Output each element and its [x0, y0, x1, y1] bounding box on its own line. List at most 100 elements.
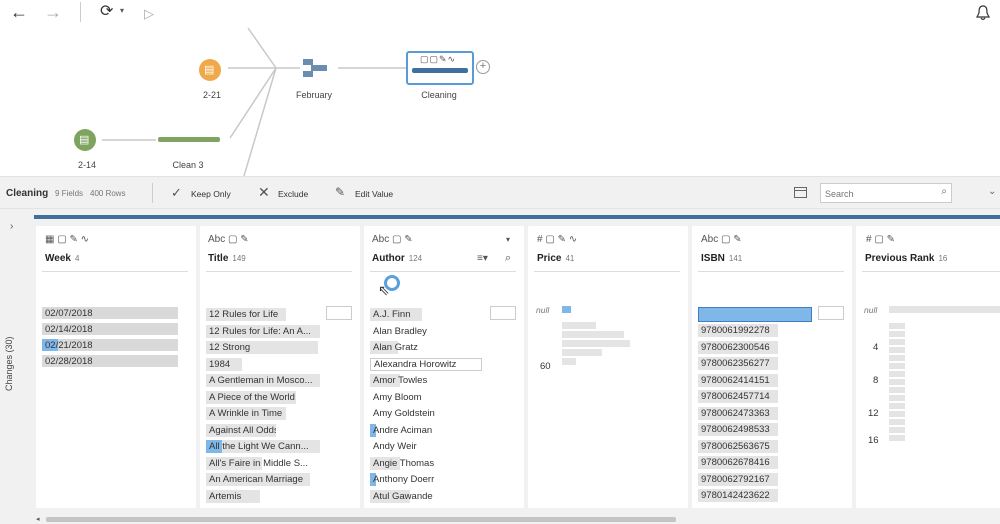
rows-count: 400 Rows — [90, 189, 126, 198]
value-row[interactable]: All's Faire in Middle S... — [206, 456, 320, 470]
input-node-2-14[interactable]: ▤ — [74, 129, 96, 151]
search-input[interactable] — [821, 185, 929, 203]
scroll-thumb[interactable] — [46, 517, 676, 522]
value-row[interactable]: 12 Strong — [206, 341, 318, 354]
changes-tab[interactable]: Changes (30) — [4, 329, 24, 399]
value-row[interactable] — [698, 307, 812, 322]
value-row[interactable]: A Wrinkle in Time — [206, 407, 286, 420]
search-box[interactable]: ⌕ — [820, 183, 952, 203]
histogram-bar[interactable] — [889, 306, 1000, 313]
histogram-bars[interactable] — [889, 323, 905, 441]
cleaning-node[interactable]: ▢▢✎∿ — [406, 51, 474, 85]
histogram-bar[interactable] — [562, 306, 571, 313]
chevron-down-icon[interactable]: ⌄ — [988, 186, 996, 197]
header-divider — [698, 271, 844, 272]
value-row[interactable]: 9780061992278 — [698, 324, 778, 337]
edit-value-button[interactable]: Edit Value — [355, 189, 393, 199]
add-step-icon[interactable]: + — [476, 60, 490, 74]
histogram-bar[interactable] — [562, 340, 630, 347]
value-row[interactable]: 02/28/2018 — [42, 355, 178, 367]
value-row[interactable]: 9780142423622 — [698, 489, 778, 502]
exclude-icon[interactable]: ✕ — [258, 184, 270, 201]
field-card-week[interactable] — [36, 226, 196, 508]
field-card-previous-rank[interactable] — [856, 226, 1000, 508]
axis-label: 16 — [868, 435, 879, 446]
field-card-price[interactable] — [528, 226, 688, 508]
chevron-down-icon[interactable]: ▾ — [120, 6, 124, 15]
value-row[interactable]: Amor Towles — [370, 374, 480, 387]
value-row[interactable]: 9780062414151 — [698, 373, 778, 387]
scroll-thumb-box[interactable] — [818, 306, 844, 320]
value-row[interactable]: All the Light We Cann... — [206, 440, 320, 453]
node-label: 2-21 — [202, 90, 221, 100]
edit-value-icon[interactable]: ✎ — [335, 185, 345, 199]
value-row[interactable]: Alan Bradley — [370, 325, 480, 338]
value-row[interactable]: Angie Thomas — [370, 456, 480, 470]
header-divider — [534, 271, 680, 272]
field-name: Author 124 — [372, 253, 423, 264]
value-row[interactable]: 9780062457714 — [698, 390, 778, 403]
axis-label: 60 — [540, 361, 551, 372]
view-toggle-icon[interactable] — [794, 187, 807, 198]
value-row[interactable]: 9780062792167 — [698, 472, 778, 486]
value-row[interactable]: 02/07/2018 — [42, 307, 178, 319]
value-row[interactable]: Against All Odds — [206, 423, 276, 437]
checkmark-icon[interactable]: ✓ — [171, 185, 182, 201]
value-row[interactable]: A Piece of the World — [206, 390, 296, 404]
mouse-cursor-icon: ⇖ — [378, 282, 390, 298]
chevron-right-icon[interactable]: › — [10, 221, 13, 232]
union-node-icon[interactable] — [302, 58, 330, 78]
search-icon[interactable]: ⌕ — [505, 252, 511, 265]
field-name: Week 4 — [45, 253, 80, 264]
histogram-bar[interactable] — [562, 358, 576, 365]
field-name: ISBN 141 — [701, 253, 743, 264]
histogram-bar[interactable] — [562, 322, 596, 329]
value-row[interactable]: 1984 — [206, 357, 242, 371]
search-icon: ⌕ — [941, 186, 947, 197]
value-row[interactable]: 9780062356277 — [698, 357, 778, 370]
bell-icon[interactable] — [976, 5, 990, 21]
value-row[interactable]: A.J. Finn — [370, 308, 422, 321]
value-row[interactable]: An American Marriage — [206, 473, 310, 486]
value-row[interactable]: A Gentleman in Mosco... — [206, 374, 320, 387]
value-row[interactable]: 9780062300546 — [698, 340, 778, 354]
value-row[interactable]: Andre Aciman — [370, 423, 480, 437]
keep-only-button[interactable]: Keep Only — [191, 189, 231, 199]
axis-label: 8 — [873, 375, 879, 386]
value-row[interactable]: 9780062498533 — [698, 423, 778, 436]
value-row[interactable]: Anthony Doerr — [370, 473, 480, 486]
header-divider — [42, 271, 188, 272]
value-row[interactable]: Amy Goldstein — [370, 407, 480, 420]
value-row[interactable]: 9780062678416 — [698, 456, 778, 469]
value-row[interactable]: 12 Rules for Life — [206, 308, 286, 321]
value-row[interactable]: 9780062473363 — [698, 406, 778, 420]
node-label: February — [295, 90, 332, 100]
sort-icon[interactable]: ≡▾ — [477, 253, 488, 264]
value-row[interactable]: Alexandra Horowitz — [370, 357, 482, 371]
field-menu-icon[interactable]: ▾ — [506, 235, 510, 244]
value-row[interactable]: Artemis — [206, 489, 260, 503]
value-row[interactable]: Amy Bloom — [370, 391, 480, 404]
back-arrow-icon[interactable]: ← — [10, 3, 28, 21]
horizontal-scrollbar[interactable]: ◂ — [34, 515, 1000, 524]
scroll-left-icon[interactable]: ◂ — [36, 515, 40, 523]
forward-arrow-icon[interactable]: → — [44, 3, 62, 21]
histogram-bar[interactable] — [562, 331, 624, 338]
value-row[interactable]: Alan Gratz — [370, 341, 480, 354]
value-row[interactable]: Atul Gawande — [370, 489, 480, 503]
exclude-button[interactable]: Exclude — [278, 189, 308, 199]
clean-3-node[interactable] — [158, 137, 220, 142]
author-values: A.J. Finn Alan Bradley Alan Gratz Alexan… — [370, 308, 484, 503]
value-row[interactable]: 02/21/2018 — [42, 339, 178, 351]
value-row[interactable]: 12 Rules for Life: An A... — [206, 324, 320, 338]
scroll-thumb-box[interactable] — [326, 306, 352, 320]
input-node-2-21[interactable]: ▤ — [199, 59, 221, 81]
value-row[interactable]: Andy Weir — [370, 440, 480, 453]
histogram-bar[interactable] — [562, 349, 602, 356]
scroll-thumb-box[interactable] — [490, 306, 516, 320]
run-flow-icon[interactable]: ▷ — [144, 5, 154, 23]
refresh-icon[interactable]: ⟳ — [100, 3, 113, 21]
header-divider — [370, 271, 516, 272]
value-row[interactable]: 9780062563675 — [698, 439, 778, 453]
value-row[interactable]: 02/14/2018 — [42, 323, 178, 335]
